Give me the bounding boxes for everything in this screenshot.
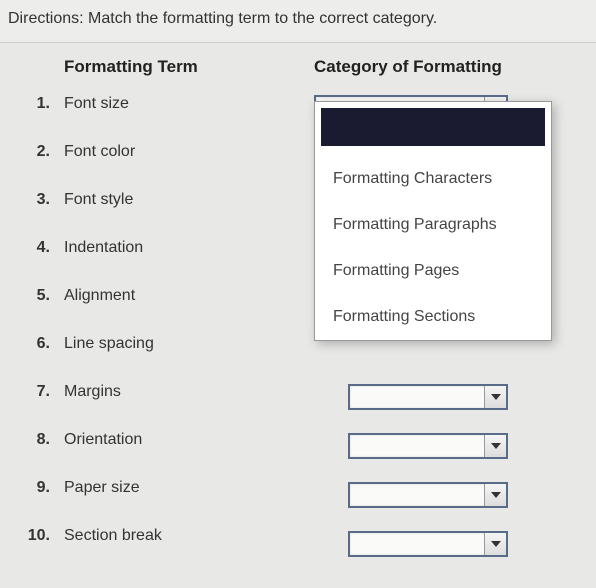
- term-row: 10. Section break: [14, 527, 314, 545]
- term-row: 6. Line spacing: [14, 335, 314, 353]
- term-number: 10.: [14, 527, 64, 545]
- term-row: 9. Paper size: [14, 479, 314, 497]
- term-label: Font size: [64, 95, 129, 113]
- term-row: 1. Font size: [14, 95, 314, 113]
- dropdown-option[interactable]: Formatting Pages: [315, 248, 551, 294]
- chevron-down-icon: [484, 435, 506, 457]
- term-number: 4.: [14, 239, 64, 257]
- term-number: 6.: [14, 335, 64, 353]
- category-header: Category of Formatting: [314, 57, 588, 77]
- chevron-down-icon: [484, 484, 506, 506]
- term-row: 7. Margins: [14, 383, 314, 401]
- category-select-8[interactable]: [348, 433, 508, 459]
- category-select-9[interactable]: [348, 482, 508, 508]
- dropdown-option[interactable]: Formatting Characters: [315, 156, 551, 202]
- dropdown-option-blank[interactable]: [321, 108, 545, 146]
- term-label: Paper size: [64, 479, 140, 497]
- terms-column: Formatting Term 1. Font size 2. Font col…: [14, 57, 314, 580]
- category-select-7[interactable]: [348, 384, 508, 410]
- term-number: 5.: [14, 287, 64, 305]
- term-number: 7.: [14, 383, 64, 401]
- chevron-down-icon: [484, 533, 506, 555]
- chevron-down-icon: [484, 386, 506, 408]
- term-label: Font color: [64, 143, 135, 161]
- term-number: 9.: [14, 479, 64, 497]
- directions-text: Directions: Match the formatting term to…: [0, 0, 596, 43]
- term-label: Font style: [64, 191, 133, 209]
- term-number: 1.: [14, 95, 64, 113]
- term-label: Indentation: [64, 239, 143, 257]
- term-number: 8.: [14, 431, 64, 449]
- dropdown-option[interactable]: Formatting Sections: [315, 294, 551, 340]
- term-header: Formatting Term: [14, 57, 314, 77]
- term-row: 5. Alignment: [14, 287, 314, 305]
- term-number: 3.: [14, 191, 64, 209]
- term-row: 2. Font color: [14, 143, 314, 161]
- term-label: Alignment: [64, 287, 135, 305]
- term-label: Margins: [64, 383, 121, 401]
- dropdown-option[interactable]: Formatting Paragraphs: [315, 202, 551, 248]
- category-select-10[interactable]: [348, 531, 508, 557]
- dropdown-popup: Formatting Characters Formatting Paragra…: [314, 101, 552, 341]
- category-column: Category of Formatting Formatting Charac…: [314, 57, 588, 580]
- term-row: 4. Indentation: [14, 239, 314, 257]
- content-area: Formatting Term 1. Font size 2. Font col…: [0, 43, 596, 588]
- term-row: 3. Font style: [14, 191, 314, 209]
- term-label: Section break: [64, 527, 162, 545]
- term-row: 8. Orientation: [14, 431, 314, 449]
- term-label: Line spacing: [64, 335, 154, 353]
- term-label: Orientation: [64, 431, 142, 449]
- term-number: 2.: [14, 143, 64, 161]
